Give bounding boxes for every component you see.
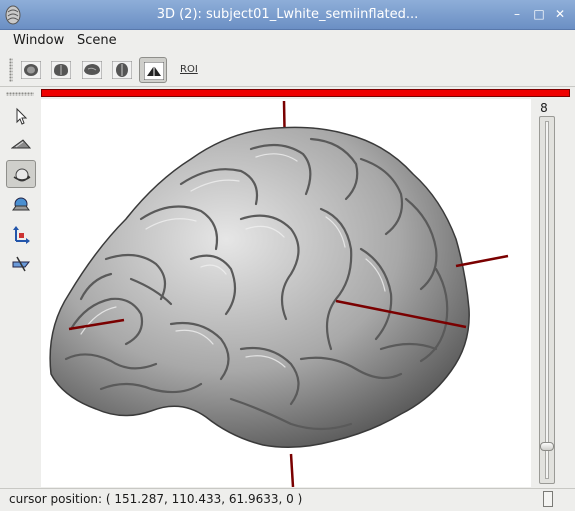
slider-value-label: 8 (540, 101, 548, 115)
view-axial-alt-button[interactable] (108, 57, 136, 83)
pointer-icon (16, 107, 28, 125)
resize-grip[interactable] (543, 491, 553, 507)
brain-axial-alt-view-icon (112, 61, 132, 79)
view-axial-button[interactable] (17, 57, 45, 83)
selection-tool-button[interactable] (6, 102, 36, 130)
slider-groove (545, 121, 549, 479)
brain-sagittal-view-icon (82, 61, 102, 79)
3d-view-icon (144, 62, 164, 80)
slice-tool-button[interactable] (6, 250, 36, 278)
3d-viewport[interactable] (41, 99, 531, 487)
trackball-rotate-icon (13, 168, 31, 182)
close-icon[interactable]: ✕ (552, 6, 568, 22)
menu-scene[interactable]: Scene (77, 33, 117, 48)
toolbar-grip[interactable] (9, 58, 13, 82)
plane-icon (11, 139, 31, 149)
brain-coronal-view-icon (51, 61, 71, 79)
cursor-position-text: cursor position: ( 151.287, 110.433, 61.… (9, 492, 303, 506)
minimize-icon[interactable]: – (509, 6, 525, 22)
time-slider[interactable] (539, 116, 555, 484)
menubar: Window Scene (0, 30, 575, 52)
control-palette (0, 88, 40, 488)
view-toolbar: ROI (0, 53, 575, 87)
menu-window[interactable]: Window (13, 33, 64, 48)
roi-link[interactable]: ROI (180, 64, 198, 75)
palette-grip[interactable] (6, 92, 34, 96)
selection-color-bar (41, 89, 570, 97)
slider-thumb[interactable] (540, 442, 554, 452)
brain-surface-render (49, 100, 509, 487)
view-3d-button[interactable] (139, 57, 167, 83)
statusbar: cursor position: ( 151.287, 110.433, 61.… (0, 488, 575, 511)
trackball-tool-button[interactable] (6, 160, 36, 188)
window-titlebar[interactable]: 3D (2): subject01_Lwhite_semiinflated...… (0, 0, 575, 30)
translate-axes-icon (13, 226, 30, 244)
plane-tool-button[interactable] (6, 130, 36, 158)
maximize-icon[interactable]: □ (531, 6, 547, 22)
slice-cut-icon (12, 256, 31, 272)
brain-axial-view-icon (21, 61, 41, 79)
window-title: 3D (2): subject01_Lwhite_semiinflated... (156, 7, 419, 22)
view-coronal-button[interactable] (47, 57, 75, 83)
view-sagittal-button[interactable] (78, 57, 106, 83)
flight-control-icon (12, 197, 30, 211)
translate-tool-button[interactable] (6, 221, 36, 249)
flight-tool-button[interactable] (6, 191, 36, 219)
